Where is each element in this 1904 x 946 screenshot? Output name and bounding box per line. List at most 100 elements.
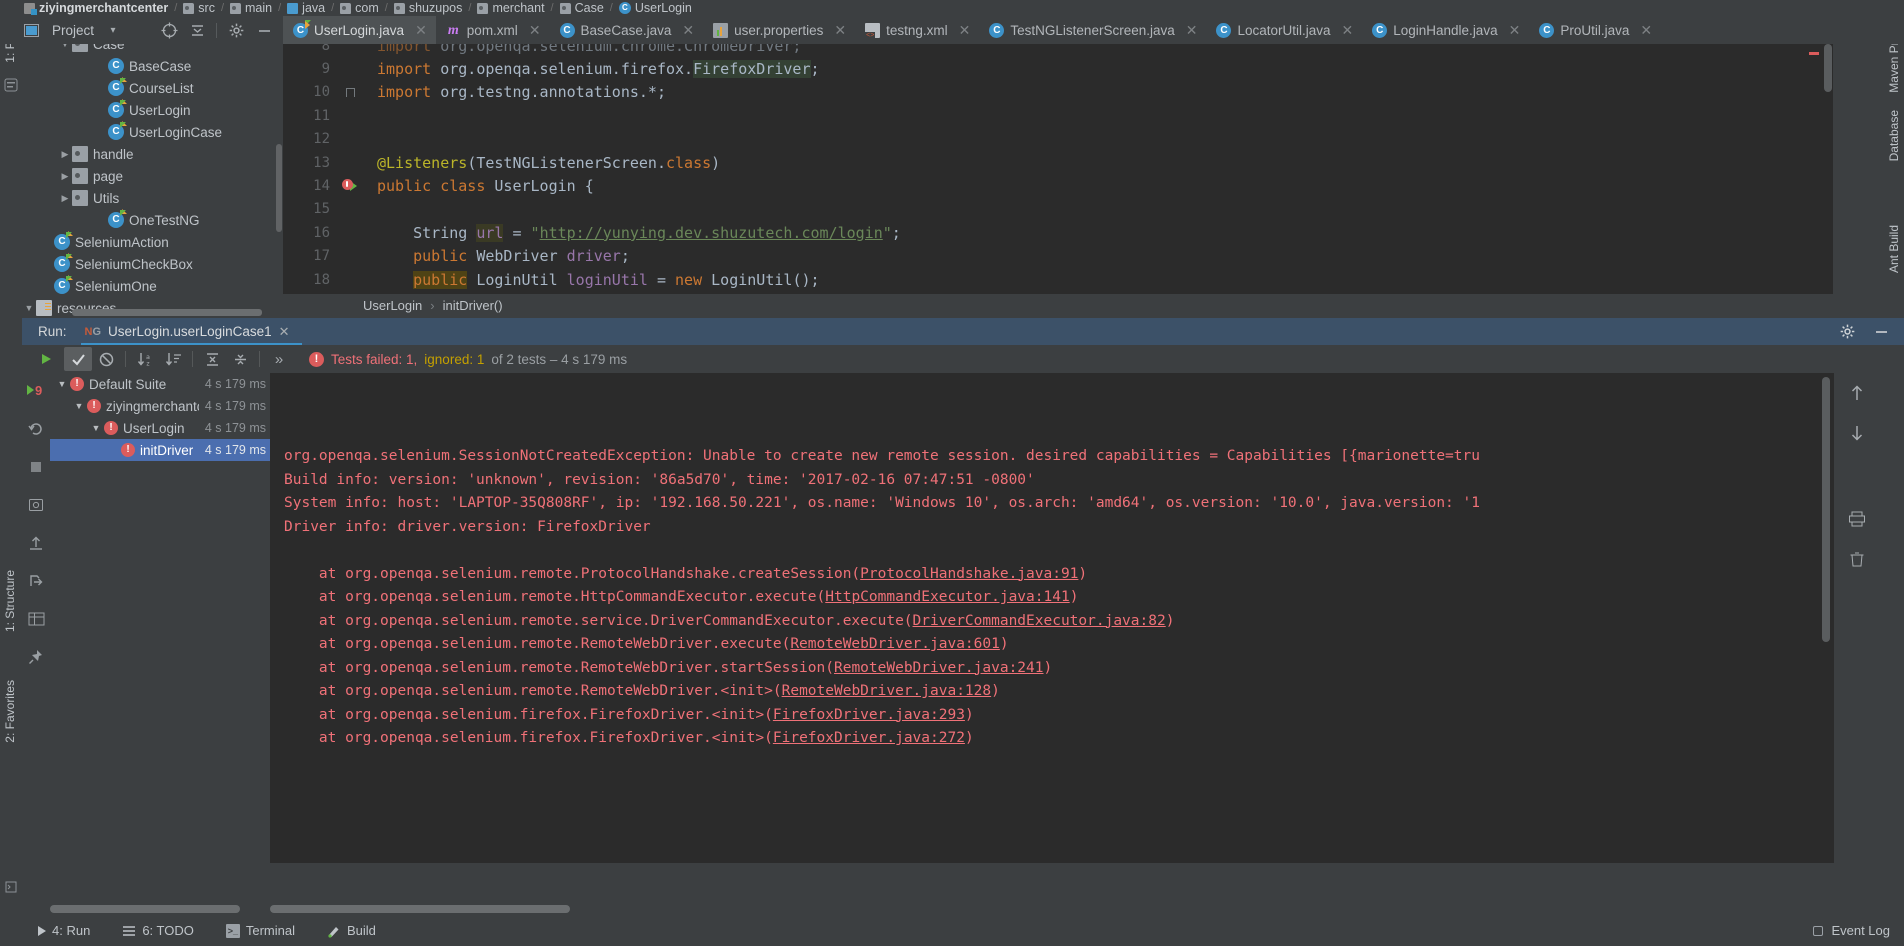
breadcrumb-item-shuzupos[interactable]: shuzupos <box>393 1 462 15</box>
scroll-down-icon[interactable] <box>1847 423 1867 443</box>
stacktrace-link[interactable]: ProtocolHandshake.java:91 <box>860 566 1078 582</box>
tab-user-properties[interactable]: user.properties ✕ <box>703 16 855 44</box>
stacktrace-link[interactable]: DriverCommandExecutor.java:82 <box>913 613 1166 629</box>
code-line[interactable]: 8 import org.openqa.selenium.chrome.Chrom… <box>283 44 1833 57</box>
project-tree-item-seleniumaction[interactable]: C SeleniumAction <box>22 231 283 253</box>
chevron-down-icon[interactable]: ▼ <box>58 44 72 49</box>
test-tree-row[interactable]: ! initDriver 4 s 179 ms <box>50 439 270 461</box>
code-line[interactable]: 15 <box>283 198 1833 221</box>
more-options-button[interactable]: » <box>265 347 293 371</box>
breadcrumb-item-case[interactable]: Case <box>559 1 604 15</box>
statusbar-item-build[interactable]: Build <box>311 923 392 938</box>
tab-pom-xml[interactable]: m pom.xml ✕ <box>436 16 550 44</box>
close-icon[interactable]: ✕ <box>1640 22 1652 39</box>
gear-icon[interactable] <box>227 21 245 39</box>
close-icon[interactable]: ✕ <box>1186 22 1198 39</box>
project-tree-item-basecase[interactable]: C BaseCase <box>22 55 283 77</box>
project-tree-item-courselist[interactable]: C CourseList <box>22 77 283 99</box>
close-icon[interactable]: ✕ <box>529 22 541 39</box>
editor-error-marker[interactable] <box>1809 48 1819 58</box>
chevron-down-icon[interactable]: ▼ <box>54 379 70 389</box>
close-icon[interactable]: ✕ <box>279 324 290 340</box>
project-tree[interactable]: ▼ Case C BaseCase C CourseList C UserLogin C User… <box>22 44 283 317</box>
rerun-button[interactable] <box>32 347 60 371</box>
stacktrace-link[interactable]: RemoteWebDriver.java:128 <box>782 683 992 699</box>
chevron-right-icon[interactable]: ▶ <box>58 149 72 160</box>
crosshair-icon[interactable] <box>160 21 178 39</box>
collapse-all-button[interactable] <box>226 347 254 371</box>
test-console-output[interactable]: org.openqa.selenium.SessionNotCreatedExc… <box>270 373 1834 863</box>
chevron-down-icon[interactable]: ▼ <box>22 303 36 313</box>
editor-vertical-scrollbar[interactable] <box>1824 44 1832 92</box>
code-line[interactable]: 9 import org.openqa.selenium.firefox.Fire… <box>283 57 1833 80</box>
rerun-failed-tests-icon[interactable]: 9 <box>26 381 46 401</box>
structure-strip-icon[interactable] <box>4 78 19 93</box>
project-tree-horizontal-scrollbar[interactable] <box>72 309 262 316</box>
scroll-up-icon[interactable] <box>1847 383 1867 403</box>
minimize-icon[interactable] <box>1872 323 1890 341</box>
close-icon[interactable]: ✕ <box>959 22 971 39</box>
tab-testng-xml[interactable]: testng.xml ✕ <box>855 16 979 44</box>
print-icon[interactable] <box>1847 509 1867 529</box>
sort-alphabetically-button[interactable]: az <box>131 347 159 371</box>
sidebar-item-ant-build[interactable]: Ant Build <box>1887 225 1901 273</box>
stop-icon[interactable] <box>26 457 46 477</box>
tab-basecase-java[interactable]: C BaseCase.java ✕ <box>550 16 704 44</box>
breadcrumb-item-module[interactable]: ziyingmerchantcenter <box>24 1 168 15</box>
tab-loginhandle-java[interactable]: C LoginHandle.java ✕ <box>1362 16 1529 44</box>
export-test-results-icon[interactable] <box>26 495 46 515</box>
test-tree-row[interactable]: ▼! UserLogin 4 s 179 ms <box>50 417 270 439</box>
gear-icon[interactable] <box>1838 323 1856 341</box>
tab-testnglistenerscreen-java[interactable]: C TestNGListenerScreen.java ✕ <box>979 16 1206 44</box>
project-tree-item-seleniumone[interactable]: C SeleniumOne <box>22 275 283 297</box>
collapse-all-icon[interactable] <box>188 21 206 39</box>
console-horizontal-scrollbar[interactable] <box>270 905 570 913</box>
project-tree-item-handle[interactable]: ▶ handle <box>22 143 283 165</box>
chevron-right-icon[interactable]: ▶ <box>58 171 72 182</box>
close-icon[interactable]: ✕ <box>415 22 427 39</box>
open-file-icon[interactable] <box>26 571 46 591</box>
code-line[interactable]: 16 String url = "http://yunying.dev.shuz… <box>283 221 1833 244</box>
test-table-icon[interactable] <box>26 609 46 629</box>
close-icon[interactable]: ✕ <box>834 22 846 39</box>
chevron-down-icon[interactable]: ▼ <box>88 423 104 433</box>
test-tree-horizontal-scrollbar[interactable] <box>50 905 240 913</box>
stacktrace-link[interactable]: FirefoxDriver.java:293 <box>773 707 965 723</box>
tab-proutil-java[interactable]: C ProUtil.java ✕ <box>1529 16 1661 44</box>
breadcrumb-item-main[interactable]: main <box>230 1 272 15</box>
test-results-tree[interactable]: ▼! Default Suite 4 s 179 ms ▼! ziyingmerchan… <box>50 373 270 863</box>
project-tree-item-onetestng[interactable]: C OneTestNG <box>22 209 283 231</box>
chevron-down-icon[interactable]: ▾ <box>104 21 122 39</box>
breadcrumb-class[interactable]: UserLogin <box>363 298 422 313</box>
show-passed-toggle[interactable] <box>64 347 92 371</box>
pin-icon[interactable] <box>26 647 46 667</box>
test-tree-row[interactable]: ▼! ziyingmerchantc 4 s 179 ms <box>50 395 270 417</box>
tab-locatorutil-java[interactable]: C LocatorUtil.java ✕ <box>1206 16 1362 44</box>
chevron-down-icon[interactable]: ▼ <box>71 401 87 411</box>
stacktrace-link[interactable]: RemoteWebDriver.java:601 <box>790 636 1000 652</box>
close-icon[interactable]: ✕ <box>1509 22 1521 39</box>
breadcrumb-item-merchant[interactable]: merchant <box>477 1 545 15</box>
terminal-strip-icon[interactable] <box>4 880 19 895</box>
code-line[interactable]: 11 <box>283 104 1833 127</box>
code-line[interactable]: 18 public LoginUtil loginUtil = new Logi… <box>283 268 1833 291</box>
breadcrumb-item-src[interactable]: src <box>183 1 215 15</box>
stacktrace-link[interactable]: RemoteWebDriver.java:241 <box>834 660 1044 676</box>
code-line[interactable]: 14 public class UserLogin { <box>283 174 1833 197</box>
breadcrumb-item-java[interactable]: java <box>287 1 325 15</box>
code-line[interactable]: 17 public WebDriver driver; <box>283 245 1833 268</box>
stacktrace-link[interactable]: HttpCommandExecutor.java:141 <box>825 589 1069 605</box>
code-editor[interactable]: 8 import org.openqa.selenium.chrome.Chrom… <box>283 44 1833 294</box>
project-tree-item-seleniumcheckbox[interactable]: C SeleniumCheckBox <box>22 253 283 275</box>
close-icon[interactable]: ✕ <box>682 22 694 39</box>
chevron-right-icon[interactable]: ▶ <box>58 193 72 204</box>
project-tree-item-userlogin[interactable]: C UserLogin <box>22 99 283 121</box>
sort-by-duration-button[interactable] <box>159 347 187 371</box>
breadcrumb-item-com[interactable]: com <box>340 1 379 15</box>
project-tree-item-case[interactable]: ▼ Case <box>22 44 283 55</box>
project-tree-item-utils[interactable]: ▶ Utils <box>22 187 283 209</box>
tab-userlogin-java[interactable]: C UserLogin.java ✕ <box>283 16 436 44</box>
delete-icon[interactable] <box>1847 549 1867 569</box>
statusbar-item-todo[interactable]: 6: TODO <box>106 923 210 938</box>
test-tree-row[interactable]: ▼! Default Suite 4 s 179 ms <box>50 373 270 395</box>
